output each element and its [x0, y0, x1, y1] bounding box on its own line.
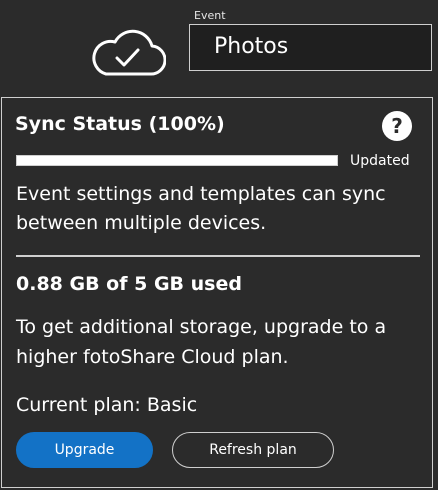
- help-icon[interactable]: ?: [382, 111, 412, 141]
- sync-progress-bar: [16, 155, 338, 166]
- upgrade-button[interactable]: Upgrade: [16, 432, 153, 468]
- sync-storage-panel: Sync Status (100%) ? Updated Event setti…: [1, 97, 433, 488]
- refresh-plan-button[interactable]: Refresh plan: [172, 432, 334, 468]
- storage-description: To get additional storage, upgrade to a …: [16, 316, 387, 368]
- event-label: Event: [194, 9, 226, 22]
- event-field[interactable]: Photos: [189, 24, 432, 71]
- current-plan: Current plan: Basic: [16, 394, 198, 416]
- sync-progress-fill: [17, 156, 337, 165]
- sync-status-title: Sync Status (100%): [15, 113, 225, 135]
- divider: [16, 255, 420, 257]
- sync-progress-status: Updated: [350, 153, 410, 169]
- cloud-check-icon: [92, 29, 166, 76]
- storage-usage: 0.88 GB of 5 GB used: [16, 273, 242, 295]
- sync-description: Event settings and templates can sync be…: [16, 183, 386, 234]
- event-value: Photos: [214, 34, 289, 59]
